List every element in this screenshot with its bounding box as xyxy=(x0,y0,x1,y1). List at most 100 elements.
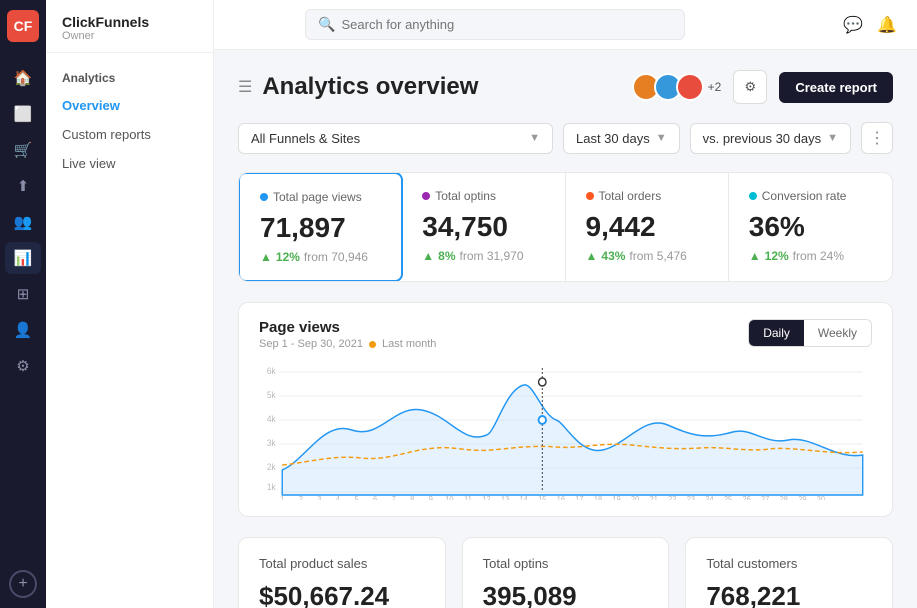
funnel-label: All Funnels & Sites xyxy=(251,131,360,146)
funnel-arrow-icon: ▼ xyxy=(529,132,540,144)
nav-item-overview[interactable]: Overview xyxy=(46,91,213,120)
search-input[interactable] xyxy=(341,17,672,32)
svg-text:19: 19 xyxy=(612,495,620,500)
stat-change-conversion: ▲ 12% from 24% xyxy=(749,249,872,263)
bell-icon[interactable]: 🔔 xyxy=(877,15,897,35)
chart-container: 6k 5k 4k 3k 2k 1k xyxy=(259,360,872,500)
funnel-filter[interactable]: All Funnels & Sites ▼ xyxy=(238,123,553,154)
toggle-daily-button[interactable]: Daily xyxy=(749,320,804,346)
stat-label-optins: Total optins xyxy=(422,189,544,203)
stat-dot-optins xyxy=(422,192,430,200)
stat-label-orders: Total orders xyxy=(586,189,708,203)
add-button[interactable]: + xyxy=(9,570,37,598)
brand-sub: Owner xyxy=(62,30,197,42)
search-icon: 🔍 xyxy=(318,16,335,33)
top-bar-icons: 💬 🔔 xyxy=(843,15,897,35)
message-icon[interactable]: 💬 xyxy=(843,15,863,35)
chart-section: Page views Sep 1 - Sep 30, 2021 Last mon… xyxy=(238,302,893,517)
svg-text:3: 3 xyxy=(317,495,321,500)
nav-icon-cart[interactable]: 🛒 xyxy=(5,134,41,166)
svg-text:12: 12 xyxy=(482,495,490,500)
nav-icon-pages[interactable]: ⬜ xyxy=(5,98,41,130)
optins-value: 395,089 xyxy=(483,581,649,608)
svg-text:13: 13 xyxy=(501,495,509,500)
bottom-card-sales: Total product sales $50,667.24 ▲ 12% fro… xyxy=(238,537,446,608)
brand-header: ClickFunnels Owner xyxy=(46,0,213,53)
svg-text:9: 9 xyxy=(429,495,433,500)
chart-header-left: Page views Sep 1 - Sep 30, 2021 Last mon… xyxy=(259,319,436,350)
hamburger-icon[interactable]: ☰ xyxy=(238,77,252,97)
sales-title: Total product sales xyxy=(259,556,425,571)
compare-filter[interactable]: vs. previous 30 days ▼ xyxy=(690,123,851,154)
stat-card-conversion: Conversion rate 36% ▲ 12% from 24% xyxy=(729,173,892,281)
stat-value-optins: 34,750 xyxy=(422,211,544,243)
brand-name: ClickFunnels xyxy=(62,14,197,30)
stat-change-orders: ▲ 43% from 5,476 xyxy=(586,249,708,263)
avatar-count: +2 xyxy=(708,80,722,94)
stat-card-orders: Total orders 9,442 ▲ 43% from 5,476 xyxy=(566,173,729,281)
svg-text:11: 11 xyxy=(464,495,472,500)
nav-icon-settings[interactable]: ⚙ xyxy=(5,350,41,382)
stat-card-pageviews: Total page views 71,897 ▲ 12% from 70,94… xyxy=(238,172,403,282)
content-area: 🔍 💬 🔔 ☰ Analytics overview +2 ⚙ xyxy=(214,0,917,608)
svg-text:18: 18 xyxy=(594,495,602,500)
compare-arrow-icon: ▼ xyxy=(827,132,838,144)
svg-text:5k: 5k xyxy=(267,390,276,400)
stat-change-optins: ▲ 8% from 31,970 xyxy=(422,249,544,263)
svg-text:17: 17 xyxy=(575,495,583,500)
icon-sidebar: CF 🏠 ⬜ 🛒 ⬆ 👥 📊 ⊞ 👤 ⚙ + xyxy=(0,0,46,608)
page-content: ☰ Analytics overview +2 ⚙ Create report … xyxy=(214,50,917,608)
up-arrow-orders: ▲ xyxy=(586,249,598,263)
nav-icon-contacts[interactable]: 👥 xyxy=(5,206,41,238)
toggle-weekly-button[interactable]: Weekly xyxy=(804,320,871,346)
period-filter[interactable]: Last 30 days ▼ xyxy=(563,123,680,154)
page-header-left: ☰ Analytics overview xyxy=(238,73,478,101)
optins-title: Total optins xyxy=(483,556,649,571)
chart-date-range: Sep 1 - Sep 30, 2021 xyxy=(259,338,363,350)
page-header-right: +2 ⚙ Create report xyxy=(632,70,893,104)
up-arrow-conversion: ▲ xyxy=(749,249,761,263)
svg-text:20: 20 xyxy=(631,495,639,500)
stat-dot-orders xyxy=(586,192,594,200)
svg-text:8: 8 xyxy=(410,495,414,500)
stat-card-optins: Total optins 34,750 ▲ 8% from 31,970 xyxy=(402,173,565,281)
svg-text:30: 30 xyxy=(817,495,825,500)
chart-legend-dot xyxy=(369,341,376,348)
stat-change-pageviews: ▲ 12% from 70,946 xyxy=(260,250,381,264)
nav-icon-apps[interactable]: ⊞ xyxy=(5,278,41,310)
svg-text:23: 23 xyxy=(687,495,695,500)
svg-text:2: 2 xyxy=(299,495,303,500)
svg-text:26: 26 xyxy=(742,495,750,500)
period-label: Last 30 days xyxy=(576,131,650,146)
search-bar[interactable]: 🔍 xyxy=(305,9,685,40)
chart-legend-label: Last month xyxy=(382,338,436,350)
nav-item-custom-reports[interactable]: Custom reports xyxy=(46,120,213,149)
svg-text:24: 24 xyxy=(705,495,714,500)
nav-icon-home[interactable]: 🏠 xyxy=(5,62,41,94)
customers-title: Total customers xyxy=(706,556,872,571)
bottom-card-customers: Total customers 768,221 ▲ 32% from $22,3… xyxy=(685,537,893,608)
settings-button[interactable]: ⚙ xyxy=(733,70,767,104)
svg-text:16: 16 xyxy=(557,495,565,500)
page-header: ☰ Analytics overview +2 ⚙ Create report xyxy=(238,70,893,104)
svg-text:22: 22 xyxy=(668,495,676,500)
stats-row: Total page views 71,897 ▲ 12% from 70,94… xyxy=(238,172,893,282)
customers-value: 768,221 xyxy=(706,581,872,608)
svg-text:1: 1 xyxy=(280,495,284,500)
nav-item-live-view[interactable]: Live view xyxy=(46,149,213,178)
nav-icon-upload[interactable]: ⬆ xyxy=(5,170,41,202)
compare-label: vs. previous 30 days xyxy=(703,131,822,146)
stat-value-conversion: 36% xyxy=(749,211,872,243)
nav-icon-people[interactable]: 👤 xyxy=(5,314,41,346)
filter-more-button[interactable]: ⋮ xyxy=(861,122,893,154)
chart-subtitle: Sep 1 - Sep 30, 2021 Last month xyxy=(259,338,436,350)
nav-panel: ClickFunnels Owner Analytics Overview Cu… xyxy=(46,0,214,608)
nav-icon-analytics[interactable]: 📊 xyxy=(5,242,41,274)
svg-text:7: 7 xyxy=(392,495,396,500)
stat-label-conversion: Conversion rate xyxy=(749,189,872,203)
stat-value-orders: 9,442 xyxy=(586,211,708,243)
stat-label-pageviews: Total page views xyxy=(260,190,381,204)
create-report-button[interactable]: Create report xyxy=(779,72,893,103)
up-arrow-pageviews: ▲ xyxy=(260,250,272,264)
svg-text:4: 4 xyxy=(336,495,341,500)
